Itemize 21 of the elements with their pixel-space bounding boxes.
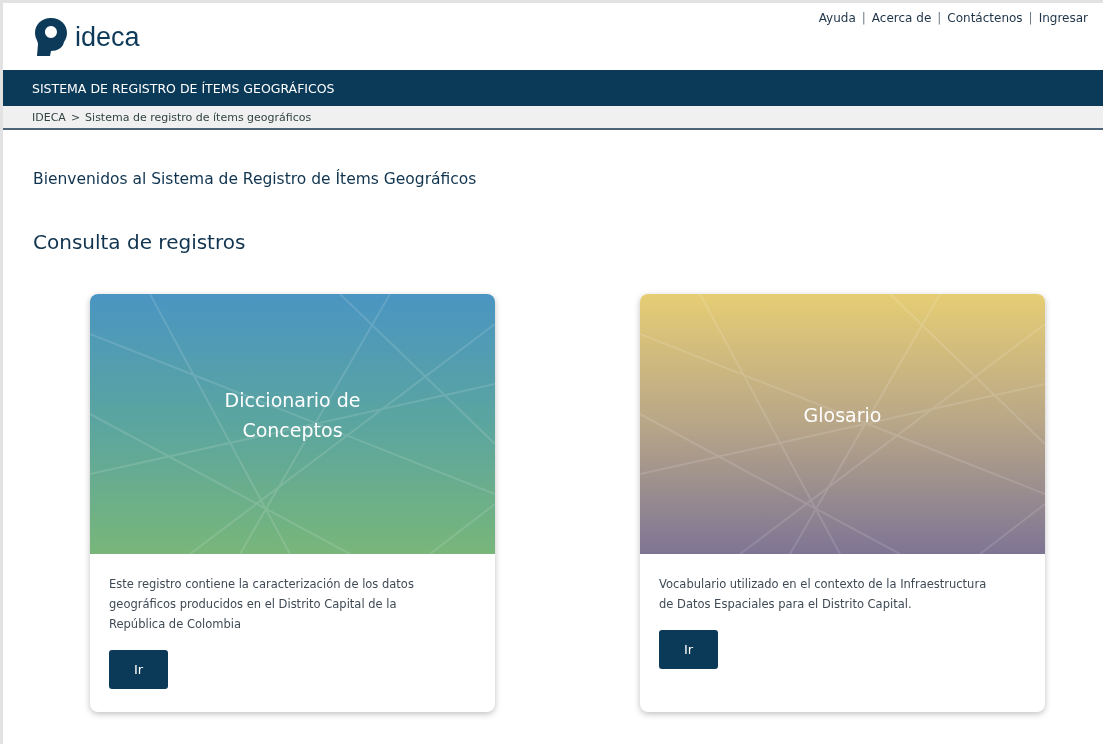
top-nav-link[interactable]: Ayuda [818, 11, 856, 25]
head-pin-icon [33, 17, 69, 57]
logo-text: ideca [75, 21, 140, 53]
top-nav-link[interactable]: Contáctenos [947, 11, 1023, 25]
go-button[interactable]: Ir [109, 650, 168, 689]
top-nav-link[interactable]: Acerca de [871, 11, 932, 25]
top-nav-link[interactable]: Ingresar [1038, 11, 1088, 25]
card-title: Glosario [802, 403, 883, 428]
section-heading: Consulta de registros [33, 230, 247, 254]
link-separator: | [937, 11, 942, 25]
link-separator: | [1028, 11, 1033, 25]
welcome-text: Bienvenidos al Sistema de Registro de Ítems Geográficos [33, 170, 478, 188]
card-description: Vocabulario utilizado en el contexto de la Infraestructura de Datos Espaciales para el Distrito Capital. [659, 576, 988, 613]
card-title: Diccionario de Conceptos [223, 388, 362, 443]
card-description: Este registro contiene la caracterización de los datos geográficos producidos en el Distrito Capital de la República de Colombia [109, 576, 415, 633]
go-button[interactable]: Ir [659, 630, 718, 669]
breadcrumb-link[interactable]: Sistema de registro de ítems geográficos [85, 110, 312, 124]
link-separator: | [861, 11, 866, 25]
system-title: SISTEMA DE REGISTRO DE ÍTEMS GEOGRÁFICOS [32, 80, 335, 96]
breadcrumb-link[interactable]: IDECA [32, 110, 66, 124]
breadcrumb-separator: > [70, 110, 81, 124]
